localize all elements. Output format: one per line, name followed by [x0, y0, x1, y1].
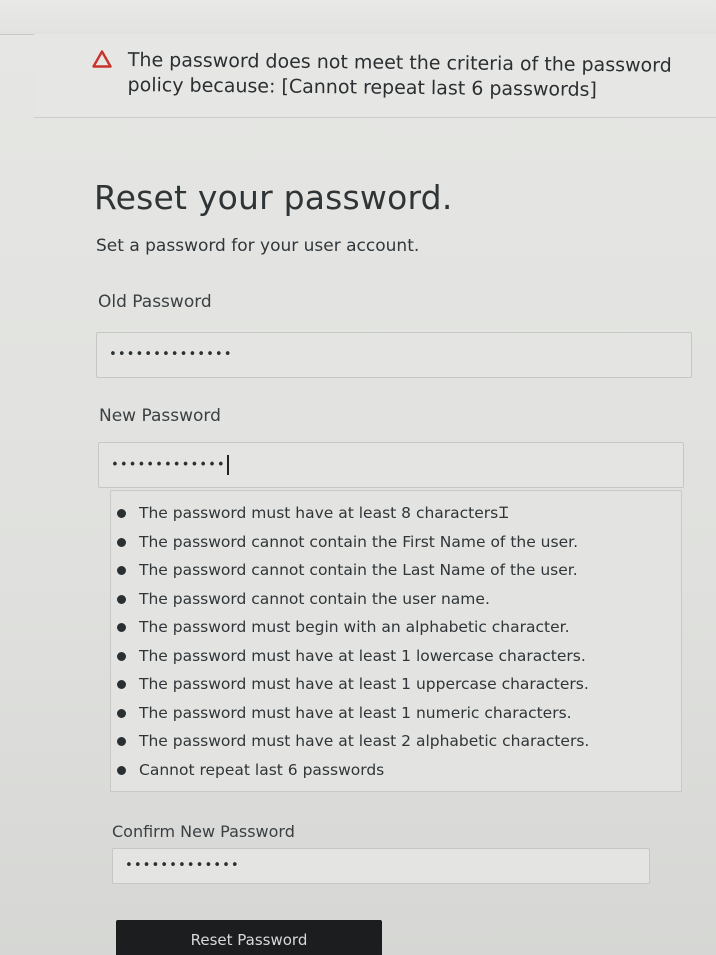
password-rules-panel: The password must have at least 8 charac…: [110, 490, 682, 792]
page-title: Reset your password.: [94, 178, 453, 217]
new-password-value: •••••••••••••: [111, 455, 229, 475]
old-password-label: Old Password: [98, 292, 212, 312]
password-rule: The password must have at least 8 charac…: [111, 499, 681, 528]
page-subtitle: Set a password for your user account.: [96, 236, 420, 256]
confirm-password-value: •••••••••••••: [125, 858, 240, 873]
reset-password-button[interactable]: Reset Password: [116, 920, 382, 955]
bullet-icon: [117, 737, 126, 746]
confirm-password-field[interactable]: •••••••••••••: [112, 848, 650, 884]
warning-triangle-icon: [92, 50, 112, 68]
password-rules-list: The password must have at least 8 charac…: [111, 499, 681, 784]
password-rule: The password cannot contain the user nam…: [111, 585, 681, 614]
old-password-field[interactable]: ••••••••••••••: [96, 332, 692, 378]
password-rule: Cannot repeat last 6 passwords: [111, 756, 681, 785]
confirm-password-label: Confirm New Password: [112, 822, 295, 841]
text-cursor-icon: Ɪ: [499, 503, 509, 522]
password-rule: The password must have at least 1 upperc…: [111, 670, 681, 699]
password-rule: The password cannot contain the First Na…: [111, 528, 681, 557]
alert-message: The password does not meet the criteria …: [127, 48, 672, 101]
old-password-value: ••••••••••••••: [109, 347, 233, 362]
bullet-icon: [117, 566, 126, 575]
bullet-icon: [117, 708, 126, 718]
bullet-icon: [117, 594, 126, 604]
bullet-icon: [117, 623, 126, 632]
reset-password-form: Reset your password. Set a password for …: [0, 118, 716, 955]
password-rule: The password must have at least 2 alphab…: [111, 727, 681, 756]
bullet-icon: [117, 537, 126, 547]
password-rule: The password must begin with an alphabet…: [111, 613, 681, 642]
password-rule: The password must have at least 1 numeri…: [111, 699, 681, 728]
text-caret: [226, 455, 229, 475]
bullet-icon: [117, 680, 126, 689]
error-alert: The password does not meet the criteria …: [34, 34, 716, 118]
bullet-icon: [117, 765, 126, 775]
bullet-icon: [117, 509, 126, 518]
password-rule: The password cannot contain the Last Nam…: [111, 556, 681, 585]
new-password-label: New Password: [99, 406, 221, 426]
reset-password-page: The password does not meet the criteria …: [0, 0, 716, 955]
bullet-icon: [117, 651, 126, 661]
password-rule: The password must have at least 1 lowerc…: [111, 642, 681, 671]
new-password-field[interactable]: •••••••••••••: [98, 442, 684, 488]
top-bar: [0, 0, 716, 35]
